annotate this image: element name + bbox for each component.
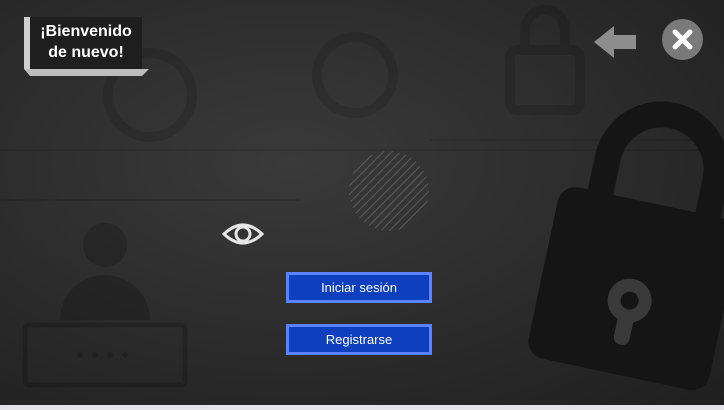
welcome-line-1: ¡Bienvenido bbox=[40, 23, 132, 40]
login-button[interactable]: Iniciar sesión bbox=[286, 272, 432, 303]
user-icon bbox=[22, 223, 188, 388]
welcome-text-box: ¡Bienvenido de nuevo! bbox=[24, 17, 142, 69]
register-button[interactable]: Registrarse bbox=[286, 324, 432, 355]
eye-icon bbox=[221, 223, 265, 245]
back-button[interactable] bbox=[592, 24, 638, 60]
arrow-left-icon bbox=[594, 26, 636, 58]
hatched-circle bbox=[349, 151, 429, 231]
login-screen: ¡Bienvenido de nuevo! Iniciar sesión Reg… bbox=[0, 0, 724, 405]
close-button[interactable] bbox=[662, 19, 703, 60]
show-password-toggle[interactable] bbox=[221, 220, 265, 248]
welcome-line-2: de nuevo! bbox=[48, 44, 124, 61]
welcome-banner: ¡Bienvenido de nuevo! bbox=[24, 17, 149, 77]
bottom-strip bbox=[0, 405, 724, 410]
close-icon bbox=[672, 29, 693, 50]
faint-lock-icon bbox=[103, 5, 585, 142]
welcome-banner-base bbox=[24, 69, 149, 76]
